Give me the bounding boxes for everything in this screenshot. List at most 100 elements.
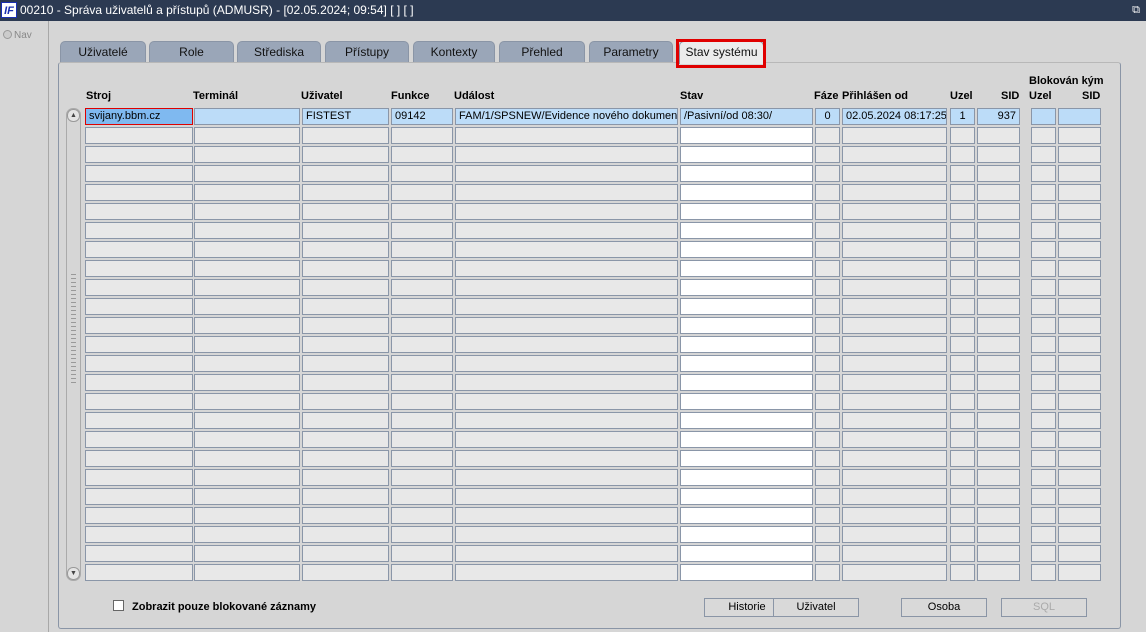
table-cell[interactable] [455, 507, 678, 524]
table-cell[interactable] [950, 488, 975, 505]
table-cell[interactable] [302, 545, 389, 562]
table-cell[interactable] [815, 450, 840, 467]
table-cell[interactable] [1058, 108, 1101, 125]
table-cell[interactable] [391, 279, 453, 296]
table-cell[interactable] [842, 260, 947, 277]
table-cell[interactable] [194, 127, 300, 144]
table-cell[interactable] [391, 469, 453, 486]
table-cell[interactable] [1058, 450, 1101, 467]
table-cell[interactable] [194, 488, 300, 505]
table-cell[interactable] [977, 241, 1020, 258]
table-cell[interactable] [1058, 374, 1101, 391]
table-cell[interactable] [455, 564, 678, 581]
table-cell[interactable] [302, 241, 389, 258]
table-cell[interactable] [950, 260, 975, 277]
table-cell[interactable] [302, 336, 389, 353]
table-cell[interactable] [842, 545, 947, 562]
table-cell[interactable] [977, 355, 1020, 372]
table-cell[interactable] [1058, 279, 1101, 296]
table-cell[interactable] [842, 431, 947, 448]
table-cell[interactable]: FISTEST [302, 108, 389, 125]
table-cell[interactable]: svijany.bbm.cz [85, 108, 193, 125]
table-cell[interactable] [680, 374, 813, 391]
table-cell[interactable] [950, 450, 975, 467]
table-cell[interactable] [302, 507, 389, 524]
table-cell[interactable] [1031, 374, 1056, 391]
table-cell[interactable] [455, 469, 678, 486]
table-cell[interactable] [1058, 184, 1101, 201]
table-cell[interactable] [194, 317, 300, 334]
table-cell[interactable] [455, 412, 678, 429]
table-cell[interactable] [680, 545, 813, 562]
table-cell[interactable] [680, 507, 813, 524]
table-cell[interactable] [1031, 222, 1056, 239]
table-cell[interactable] [302, 374, 389, 391]
table-cell[interactable] [194, 564, 300, 581]
table-cell[interactable] [815, 222, 840, 239]
table-cell[interactable] [815, 260, 840, 277]
table-cell[interactable] [391, 298, 453, 315]
table-cell[interactable] [194, 336, 300, 353]
table-cell[interactable] [194, 260, 300, 277]
table-cell[interactable] [391, 317, 453, 334]
scroll-up-icon[interactable]: ▲ [67, 109, 80, 122]
table-cell[interactable] [950, 146, 975, 163]
table-cell[interactable] [85, 298, 193, 315]
table-cell[interactable]: 02.05.2024 08:17:25 [842, 108, 947, 125]
table-cell[interactable] [1058, 260, 1101, 277]
table-cell[interactable] [680, 336, 813, 353]
table-cell[interactable] [85, 146, 193, 163]
table-cell[interactable] [1058, 393, 1101, 410]
table-cell[interactable] [815, 488, 840, 505]
blocked-only-checkbox[interactable] [113, 600, 124, 611]
table-cell[interactable] [85, 127, 193, 144]
table-cell[interactable] [1058, 564, 1101, 581]
table-cell[interactable] [455, 526, 678, 543]
table-cell[interactable] [194, 279, 300, 296]
table-cell[interactable] [1058, 241, 1101, 258]
table-cell[interactable] [85, 165, 193, 182]
table-cell[interactable] [455, 127, 678, 144]
table-cell[interactable] [815, 374, 840, 391]
table-cell[interactable] [194, 469, 300, 486]
table-cell[interactable] [391, 374, 453, 391]
table-cell[interactable] [977, 184, 1020, 201]
tab-3[interactable]: Přístupy [325, 41, 409, 63]
table-cell[interactable] [815, 412, 840, 429]
table-cell[interactable] [1031, 431, 1056, 448]
table-cell[interactable] [302, 184, 389, 201]
table-cell[interactable] [194, 431, 300, 448]
table-cell[interactable] [391, 222, 453, 239]
table-cell[interactable] [1058, 165, 1101, 182]
table-cell[interactable] [194, 355, 300, 372]
table-cell[interactable] [194, 146, 300, 163]
table-cell[interactable] [391, 355, 453, 372]
table-cell[interactable] [302, 298, 389, 315]
table-cell[interactable] [302, 450, 389, 467]
table-cell[interactable] [950, 222, 975, 239]
table-cell[interactable] [680, 393, 813, 410]
table-cell[interactable] [950, 412, 975, 429]
table-cell[interactable] [391, 165, 453, 182]
table-cell[interactable] [1058, 412, 1101, 429]
table-cell[interactable] [842, 526, 947, 543]
table-cell[interactable] [680, 298, 813, 315]
table-cell[interactable] [680, 469, 813, 486]
table-cell[interactable] [85, 488, 193, 505]
table-cell[interactable] [815, 526, 840, 543]
table-cell[interactable] [815, 393, 840, 410]
table-cell[interactable] [302, 488, 389, 505]
table-cell[interactable] [680, 526, 813, 543]
table-cell[interactable] [302, 564, 389, 581]
table-cell[interactable] [194, 393, 300, 410]
table-cell[interactable] [1031, 298, 1056, 315]
table-cell[interactable] [680, 317, 813, 334]
table-cell[interactable]: 937 [977, 108, 1020, 125]
table-cell[interactable] [842, 355, 947, 372]
table-cell[interactable] [391, 412, 453, 429]
table-cell[interactable] [391, 526, 453, 543]
table-cell[interactable] [842, 507, 947, 524]
table-cell[interactable] [977, 146, 1020, 163]
table-cell[interactable] [815, 165, 840, 182]
table-cell[interactable] [977, 336, 1020, 353]
